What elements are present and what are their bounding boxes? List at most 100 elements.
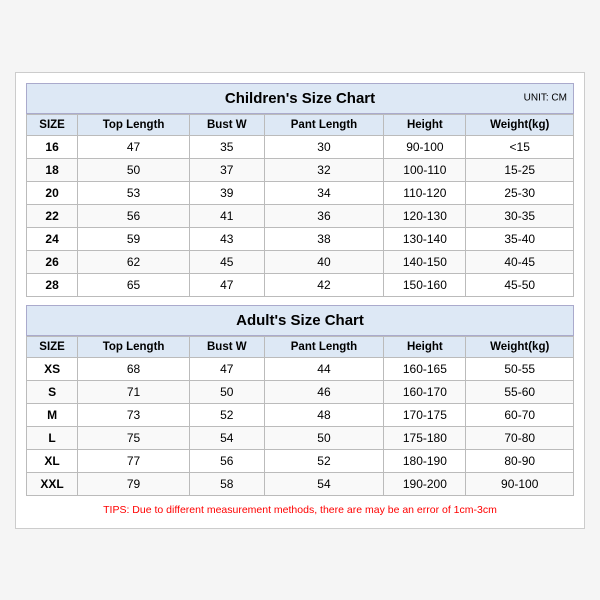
table-cell: 150-160 <box>384 273 466 296</box>
table-cell: 56 <box>189 449 264 472</box>
children-col-pantlength: Pant Length <box>264 114 384 135</box>
table-cell: 175-180 <box>384 426 466 449</box>
table-cell: 71 <box>78 380 190 403</box>
table-cell: 16 <box>27 135 78 158</box>
table-row: 18503732100-11015-25 <box>27 158 574 181</box>
table-cell: 50 <box>189 380 264 403</box>
table-cell: 48 <box>264 403 384 426</box>
table-cell: 90-100 <box>384 135 466 158</box>
table-cell: 50 <box>264 426 384 449</box>
table-cell: 180-190 <box>384 449 466 472</box>
table-cell: 80-90 <box>466 449 574 472</box>
table-cell: 54 <box>264 472 384 495</box>
table-cell: 160-170 <box>384 380 466 403</box>
table-cell: 28 <box>27 273 78 296</box>
table-cell: 77 <box>78 449 190 472</box>
table-cell: 30-35 <box>466 204 574 227</box>
table-row: 22564136120-13030-35 <box>27 204 574 227</box>
table-cell: 54 <box>189 426 264 449</box>
children-col-height: Height <box>384 114 466 135</box>
table-cell: 50 <box>78 158 190 181</box>
table-cell: 26 <box>27 250 78 273</box>
children-table: SIZE Top Length Bust W Pant Length Heigh… <box>26 114 574 297</box>
table-row: XS684744160-16550-55 <box>27 357 574 380</box>
table-cell: 70-80 <box>466 426 574 449</box>
table-cell: 36 <box>264 204 384 227</box>
table-cell: 46 <box>264 380 384 403</box>
table-cell: 22 <box>27 204 78 227</box>
table-cell: 60-70 <box>466 403 574 426</box>
table-cell: XS <box>27 357 78 380</box>
adults-col-weight: Weight(kg) <box>466 336 574 357</box>
table-cell: 45-50 <box>466 273 574 296</box>
table-row: L755450175-18070-80 <box>27 426 574 449</box>
children-thead: SIZE Top Length Bust W Pant Length Heigh… <box>27 114 574 135</box>
adults-title-text: Adult's Size Chart <box>236 312 364 329</box>
table-row: 1647353090-100<15 <box>27 135 574 158</box>
children-title: Children's Size Chart UNIT: CM <box>26 83 574 114</box>
table-cell: 75 <box>78 426 190 449</box>
adults-thead: SIZE Top Length Bust W Pant Length Heigh… <box>27 336 574 357</box>
children-col-weight: Weight(kg) <box>466 114 574 135</box>
table-cell: 37 <box>189 158 264 181</box>
table-cell: 52 <box>264 449 384 472</box>
unit-label: UNIT: CM <box>524 93 567 104</box>
children-header-row: SIZE Top Length Bust W Pant Length Heigh… <box>27 114 574 135</box>
table-cell: 59 <box>78 227 190 250</box>
tips-text: TIPS: Due to different measurement metho… <box>26 502 574 518</box>
children-title-text: Children's Size Chart <box>225 90 375 107</box>
table-cell: 35 <box>189 135 264 158</box>
table-cell: 32 <box>264 158 384 181</box>
table-row: 24594338130-14035-40 <box>27 227 574 250</box>
table-cell: 140-150 <box>384 250 466 273</box>
table-row: S715046160-17055-60 <box>27 380 574 403</box>
table-cell: M <box>27 403 78 426</box>
table-cell: 24 <box>27 227 78 250</box>
table-cell: 41 <box>189 204 264 227</box>
table-cell: 190-200 <box>384 472 466 495</box>
table-cell: 52 <box>189 403 264 426</box>
table-cell: 25-30 <box>466 181 574 204</box>
table-cell: 42 <box>264 273 384 296</box>
table-cell: XXL <box>27 472 78 495</box>
table-cell: 160-165 <box>384 357 466 380</box>
adults-col-toplength: Top Length <box>78 336 190 357</box>
table-cell: 73 <box>78 403 190 426</box>
table-cell: XL <box>27 449 78 472</box>
table-cell: 58 <box>189 472 264 495</box>
table-cell: L <box>27 426 78 449</box>
table-cell: 20 <box>27 181 78 204</box>
children-col-bustw: Bust W <box>189 114 264 135</box>
adults-col-bustw: Bust W <box>189 336 264 357</box>
table-cell: 65 <box>78 273 190 296</box>
table-row: XXL795854190-20090-100 <box>27 472 574 495</box>
adults-col-size: SIZE <box>27 336 78 357</box>
adults-col-pantlength: Pant Length <box>264 336 384 357</box>
table-cell: 38 <box>264 227 384 250</box>
table-row: 28654742150-16045-50 <box>27 273 574 296</box>
table-cell: S <box>27 380 78 403</box>
adults-table: SIZE Top Length Bust W Pant Length Heigh… <box>26 336 574 496</box>
table-cell: 110-120 <box>384 181 466 204</box>
table-cell: 68 <box>78 357 190 380</box>
table-cell: 53 <box>78 181 190 204</box>
chart-container: Children's Size Chart UNIT: CM SIZE Top … <box>15 72 585 529</box>
children-tbody: 1647353090-100<1518503732100-11015-25205… <box>27 135 574 296</box>
table-cell: 79 <box>78 472 190 495</box>
table-cell: 34 <box>264 181 384 204</box>
table-cell: 130-140 <box>384 227 466 250</box>
children-col-size: SIZE <box>27 114 78 135</box>
table-cell: 56 <box>78 204 190 227</box>
table-cell: 40-45 <box>466 250 574 273</box>
table-row: M735248170-17560-70 <box>27 403 574 426</box>
table-cell: 18 <box>27 158 78 181</box>
table-cell: 30 <box>264 135 384 158</box>
table-row: 26624540140-15040-45 <box>27 250 574 273</box>
adults-title: Adult's Size Chart <box>26 305 574 336</box>
table-cell: 170-175 <box>384 403 466 426</box>
table-cell: 15-25 <box>466 158 574 181</box>
adults-header-row: SIZE Top Length Bust W Pant Length Heigh… <box>27 336 574 357</box>
table-cell: 39 <box>189 181 264 204</box>
table-cell: 90-100 <box>466 472 574 495</box>
table-cell: 40 <box>264 250 384 273</box>
